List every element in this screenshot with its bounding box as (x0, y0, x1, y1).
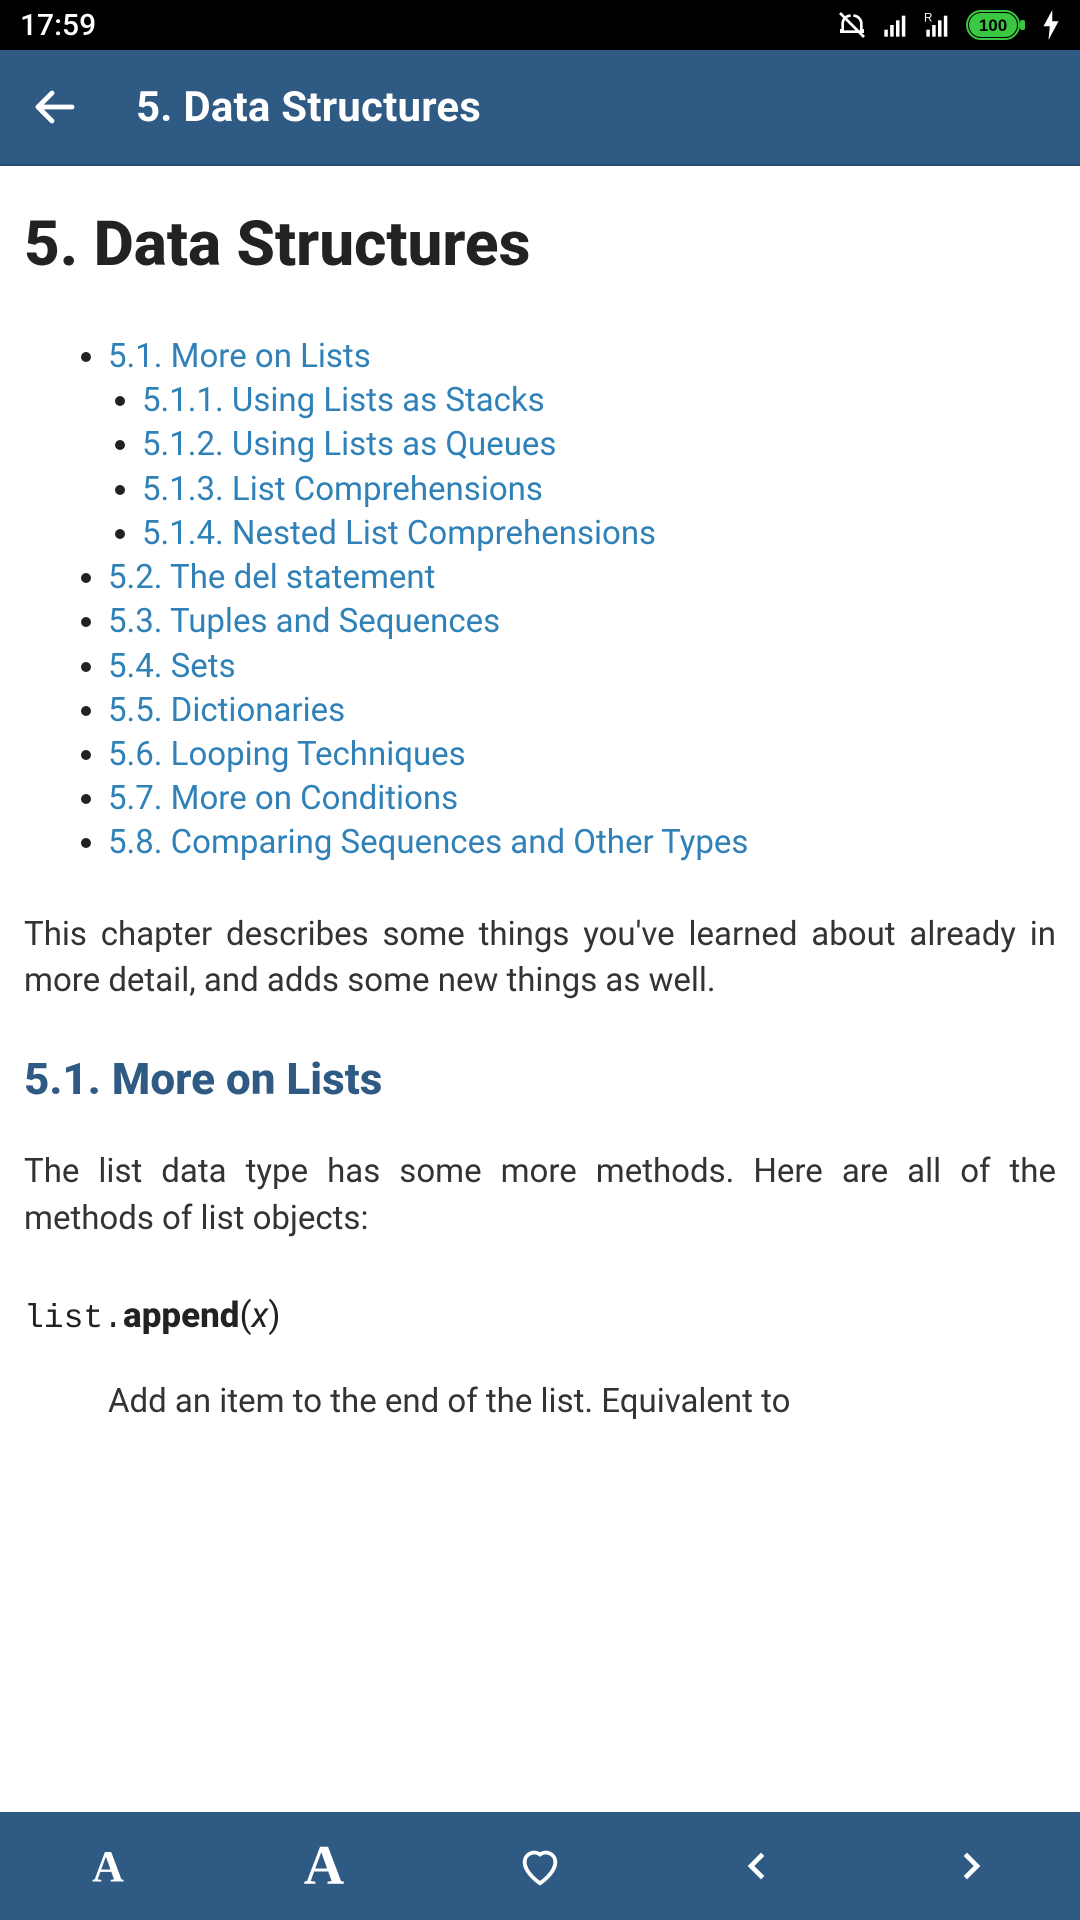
chevron-left-icon (736, 1846, 776, 1886)
bottom-toolbar: A A (0, 1812, 1080, 1920)
content-area[interactable]: 5. Data Structures 5.1. More on Lists 5.… (0, 166, 1080, 1812)
back-button[interactable] (28, 81, 80, 133)
table-of-contents: 5.1. More on Lists 5.1.1. Using Lists as… (24, 335, 1056, 866)
toc-item: 5.1.3. List Comprehensions (142, 468, 1056, 512)
toc-item: 5.1.2. Using Lists as Queues (142, 423, 1056, 467)
signal-icon (882, 11, 910, 39)
toc-item: 5.7. More on Conditions (108, 777, 1056, 821)
dnd-icon (836, 9, 868, 41)
section-paragraph: The list data type has some more methods… (24, 1149, 1056, 1243)
battery-icon: 100 (966, 10, 1028, 40)
intro-paragraph: This chapter describes some things you'v… (24, 912, 1056, 1006)
signal-roaming-icon: R (924, 11, 952, 39)
method-signature: list.append(x) (24, 1295, 1056, 1337)
method-description: Add an item to the end of the list. Equi… (24, 1379, 1056, 1426)
toc-item: 5.4. Sets (108, 645, 1056, 689)
toc-link-5-1-1[interactable]: 5.1.1. Using Lists as Stacks (142, 381, 545, 420)
svg-text:R: R (924, 12, 932, 25)
method-class: list. (24, 1300, 123, 1337)
paren-close: ) (268, 1295, 280, 1336)
method-arg: x (251, 1295, 268, 1336)
toc-link-5-4[interactable]: 5.4. Sets (108, 647, 236, 686)
toc-item: 5.5. Dictionaries (108, 689, 1056, 733)
toc-link-5-1[interactable]: 5.1. More on Lists (108, 337, 371, 376)
arrow-left-icon (30, 83, 78, 131)
toc-item: 5.8. Comparing Sequences and Other Types (108, 821, 1056, 865)
toc-link-5-6[interactable]: 5.6. Looping Techniques (108, 735, 466, 774)
heart-icon (517, 1843, 563, 1889)
toc-link-5-1-3[interactable]: 5.1.3. List Comprehensions (142, 470, 543, 509)
font-increase-button[interactable]: A (216, 1812, 432, 1920)
toc-link-5-1-2[interactable]: 5.1.2. Using Lists as Queues (142, 425, 556, 464)
charging-icon (1042, 10, 1060, 40)
font-small-icon: A (92, 1841, 124, 1892)
prev-page-button[interactable] (648, 1812, 864, 1920)
status-time: 17:59 (20, 8, 96, 43)
page-title: 5. Data Structures (24, 208, 1056, 281)
app-bar: 5. Data Structures (0, 50, 1080, 166)
favorite-button[interactable] (432, 1812, 648, 1920)
chevron-right-icon (952, 1846, 992, 1886)
toc-item: 5.1.1. Using Lists as Stacks (142, 379, 1056, 423)
next-page-button[interactable] (864, 1812, 1080, 1920)
toc-item: 5.2. The del statement (108, 556, 1056, 600)
toc-link-5-2[interactable]: 5.2. The del statement (108, 558, 435, 597)
status-bar: 17:59 R 100 (0, 0, 1080, 50)
toc-link-5-3[interactable]: 5.3. Tuples and Sequences (108, 602, 500, 641)
method-name: append (123, 1295, 239, 1336)
font-decrease-button[interactable]: A (0, 1812, 216, 1920)
section-heading-5-1: 5.1. More on Lists (24, 1053, 1056, 1105)
font-large-icon: A (304, 1834, 344, 1898)
paren-open: ( (239, 1295, 251, 1336)
toc-link-5-7[interactable]: 5.7. More on Conditions (108, 779, 458, 818)
toc-item: 5.6. Looping Techniques (108, 733, 1056, 777)
toc-link-5-8[interactable]: 5.8. Comparing Sequences and Other Types (108, 823, 748, 862)
toc-link-5-5[interactable]: 5.5. Dictionaries (108, 691, 345, 730)
toc-link-5-1-4[interactable]: 5.1.4. Nested List Comprehensions (142, 514, 656, 553)
toc-item: 5.1.4. Nested List Comprehensions (142, 512, 1056, 556)
battery-text: 100 (979, 16, 1007, 35)
status-icons: R 100 (836, 9, 1060, 41)
toc-item: 5.1. More on Lists 5.1.1. Using Lists as… (108, 335, 1056, 556)
toc-item: 5.3. Tuples and Sequences (108, 600, 1056, 644)
app-bar-title: 5. Data Structures (136, 83, 481, 132)
